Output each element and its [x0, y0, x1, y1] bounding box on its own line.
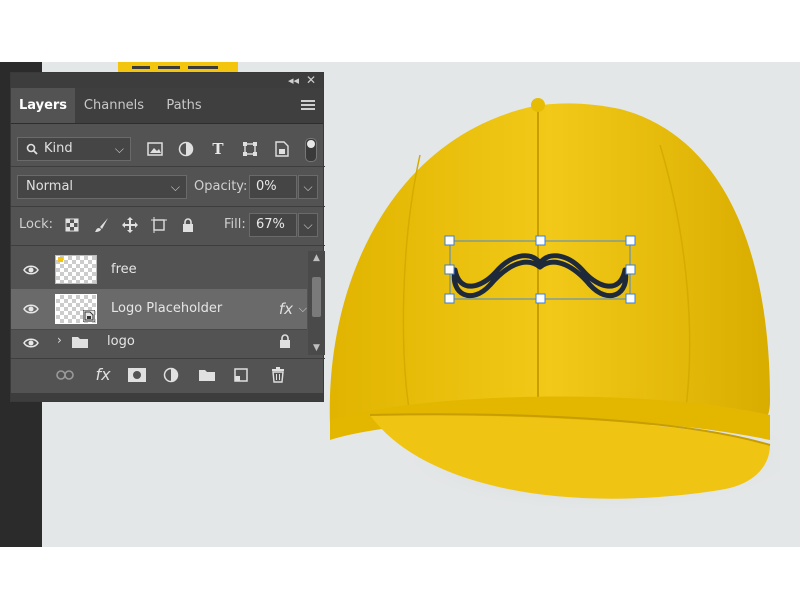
type-icon[interactable]: T [207, 137, 229, 161]
chevron-right-icon[interactable]: › [57, 333, 62, 347]
panel-menu-icon[interactable] [301, 100, 315, 110]
eye-icon[interactable] [23, 302, 39, 316]
filter-kind-label: Kind [44, 141, 73, 156]
link-icon[interactable] [53, 365, 77, 385]
toggle-icon[interactable] [305, 138, 317, 162]
layers-scrollbar[interactable]: ▲ ▼ [308, 251, 325, 355]
folder-icon [72, 337, 88, 348]
layer-row-logo-placeholder[interactable]: Logo Placeholder fx ⌵ [11, 289, 307, 330]
fill-dropdown[interactable]: ⌵ [298, 213, 318, 237]
canvas-yellow-artwork [118, 62, 238, 72]
trash-icon[interactable] [266, 365, 290, 385]
opacity-dropdown[interactable]: ⌵ [298, 175, 318, 199]
tab-paths[interactable]: Paths [155, 88, 213, 123]
panel-tabs: Layers Channels Paths [11, 88, 323, 124]
lock-label: Lock: [19, 217, 54, 232]
layer-thumbnail [55, 294, 97, 324]
blend-mode-label: Normal [26, 179, 74, 194]
layer-name: logo [107, 334, 135, 349]
layers-list: free Logo Placeholder fx ⌵ › logo [11, 251, 307, 355]
collapse-icon[interactable]: ◂◂ [288, 73, 299, 88]
shape-icon[interactable] [239, 137, 261, 161]
layers-bottom-bar: fx [11, 358, 325, 391]
adjustment-icon[interactable] [175, 137, 197, 161]
chevron-down-icon: ⌵ [114, 142, 124, 156]
fill-field[interactable]: 67% [249, 213, 297, 237]
adjustment-layer-icon[interactable] [159, 365, 183, 385]
lock-all-icon[interactable] [177, 213, 199, 237]
baseball-cap-image [329, 98, 780, 515]
chevron-down-icon[interactable]: ⌵ [299, 289, 307, 329]
layer-name: Logo Placeholder [111, 301, 223, 316]
panel-resize-grip[interactable] [11, 393, 323, 401]
smart-object-icon[interactable] [271, 137, 293, 161]
scroll-down-icon[interactable]: ▼ [308, 343, 325, 353]
fill-label: Fill: [224, 217, 246, 232]
close-icon[interactable]: ✕ [306, 73, 316, 88]
tab-layers[interactable]: Layers [11, 88, 75, 123]
image-icon[interactable] [144, 137, 166, 161]
lock-move-icon[interactable] [119, 213, 141, 237]
lock-artboard-icon[interactable] [148, 213, 170, 237]
search-icon [26, 143, 38, 155]
layer-thumbnail [55, 255, 97, 284]
blend-mode-select[interactable]: Normal ⌵ [17, 175, 187, 199]
layer-name: free [111, 262, 137, 277]
layer-row-logo[interactable]: › logo [11, 329, 307, 355]
lock-icon [280, 334, 290, 348]
fx-icon[interactable]: fx [279, 289, 293, 329]
opacity-label: Opacity: [194, 179, 248, 194]
folder-icon[interactable] [195, 365, 219, 385]
filter-kind-select[interactable]: Kind ⌵ [17, 137, 131, 161]
lock-transparent-icon[interactable] [61, 213, 83, 237]
tab-channels[interactable]: Channels [77, 88, 151, 123]
lock-brush-icon[interactable] [91, 213, 113, 237]
smart-object-badge-icon [83, 310, 95, 322]
scroll-up-icon[interactable]: ▲ [308, 253, 325, 263]
opacity-field[interactable]: 0% [249, 175, 297, 199]
eye-icon[interactable] [23, 263, 39, 277]
scrollbar-thumb[interactable] [312, 277, 321, 317]
new-layer-icon[interactable] [229, 365, 253, 385]
chevron-down-icon: ⌵ [170, 180, 180, 194]
panel-header[interactable]: ◂◂ ✕ [11, 73, 323, 88]
layers-panel: ◂◂ ✕ Layers Channels Paths Kind ⌵ T Norm… [10, 72, 325, 402]
mask-icon[interactable] [125, 365, 149, 385]
fx-icon[interactable]: fx [91, 365, 115, 385]
layer-row-free[interactable]: free [11, 251, 307, 290]
eye-icon[interactable] [23, 336, 39, 350]
